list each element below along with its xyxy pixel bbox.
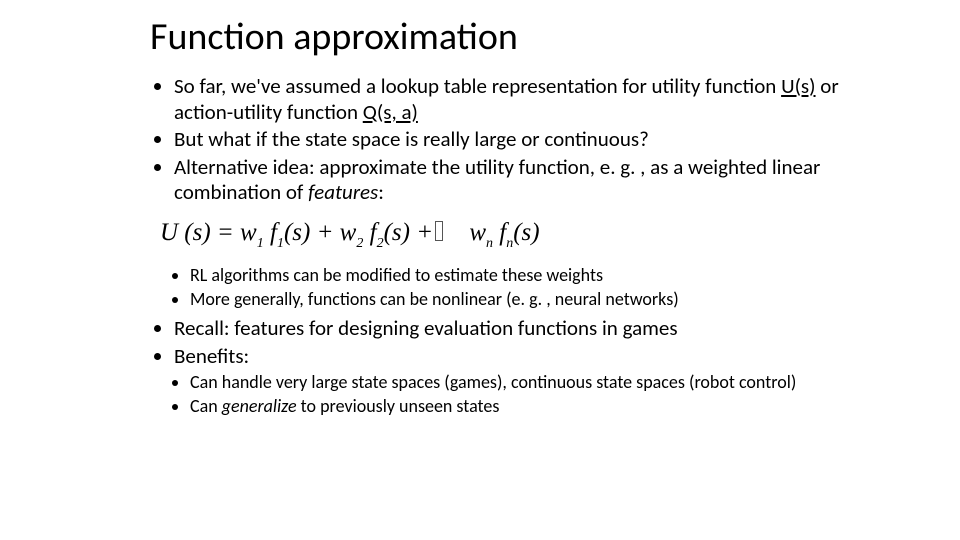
sub-bullet-1a: RL algorithms can be modified to estimat… bbox=[190, 264, 900, 287]
sub-bullet-2b-italic: generalize bbox=[222, 395, 297, 417]
formula-arg2: (s) + bbox=[384, 219, 434, 246]
bullet-list-2: Recall: features for designing evaluatio… bbox=[150, 316, 900, 369]
formula-wn: w bbox=[463, 219, 486, 246]
bullet-1-underline-1: U(s) bbox=[781, 73, 815, 99]
bullet-3-italic: features bbox=[308, 179, 378, 205]
sub-bullet-2b-text-a: Can bbox=[190, 395, 222, 417]
formula-sub-n: n bbox=[486, 236, 493, 251]
bullet-2: But what if the state space is really la… bbox=[174, 127, 900, 153]
bullet-1-underline-2: Q(s, a) bbox=[363, 99, 418, 125]
bullet-3-text-b: : bbox=[378, 179, 384, 205]
formula-argn: (s) bbox=[513, 219, 539, 246]
formula-sub-1: 1 bbox=[257, 236, 264, 251]
slide-title: Function approximation bbox=[150, 10, 900, 60]
bullet-4: Recall: features for designing evaluatio… bbox=[174, 316, 900, 342]
ellipsis-icon bbox=[435, 221, 443, 241]
sub-bullet-list-1: RL algorithms can be modified to estimat… bbox=[150, 264, 900, 310]
bullet-3: Alternative idea: approximate the utilit… bbox=[174, 155, 900, 206]
formula-lhs: U (s) = w bbox=[160, 219, 257, 246]
formula: U (s) = w1 f1(s) + w2 f2(s) + wn fn(s) bbox=[160, 220, 900, 250]
bullet-1: So far, we've assumed a lookup table rep… bbox=[174, 74, 900, 125]
formula-arg1: (s) + w bbox=[284, 219, 356, 246]
bullet-1-text-a: So far, we've assumed a lookup table rep… bbox=[174, 73, 781, 99]
bullet-5: Benefits: bbox=[174, 344, 900, 370]
sub-bullet-2a: Can handle very large state spaces (game… bbox=[190, 371, 900, 394]
formula-sub-2b: 2 bbox=[377, 236, 384, 251]
formula-sub-1b: 1 bbox=[277, 236, 284, 251]
sub-bullet-2b-text-b: to previously unseen states bbox=[297, 395, 500, 417]
bullet-3-text-a: Alternative idea: approximate the utilit… bbox=[174, 154, 820, 206]
formula-f2: f bbox=[363, 219, 376, 246]
sub-bullet-list-2: Can handle very large state spaces (game… bbox=[150, 371, 900, 417]
formula-sub-nb: n bbox=[506, 236, 513, 251]
formula-sub-2: 2 bbox=[356, 236, 363, 251]
formula-fn: f bbox=[493, 219, 506, 246]
sub-bullet-1b: More generally, functions can be nonline… bbox=[190, 288, 900, 311]
bullet-list: So far, we've assumed a lookup table rep… bbox=[150, 74, 900, 206]
formula-f1: f bbox=[264, 219, 277, 246]
sub-bullet-2b: Can generalize to previously unseen stat… bbox=[190, 395, 900, 418]
slide: Function approximation So far, we've ass… bbox=[0, 0, 960, 540]
